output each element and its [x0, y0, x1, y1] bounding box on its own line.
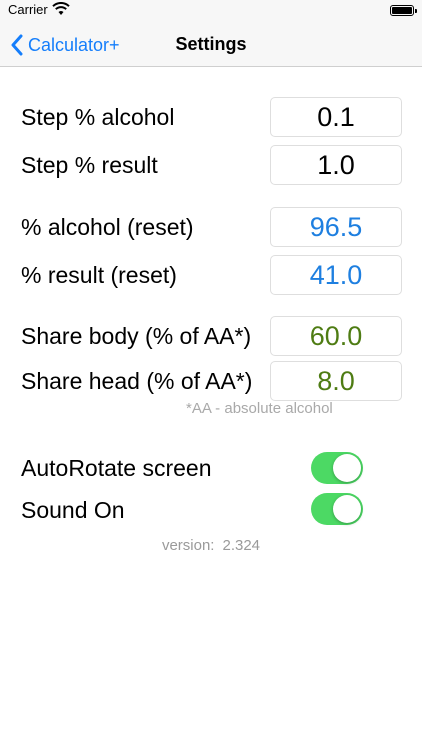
status-bar: Carrier	[0, 0, 422, 24]
carrier-label: Carrier	[8, 2, 48, 17]
toggle-knob	[333, 454, 361, 482]
page-title: Settings	[175, 34, 247, 54]
alcohol-reset-label: % alcohol (reset)	[21, 214, 194, 240]
alcohol-reset-field[interactable]: 96.5	[270, 207, 402, 247]
navigation-bar: Calculator+ Settings	[0, 24, 422, 67]
battery-icon	[390, 5, 417, 16]
step-alcohol-field[interactable]: 0.1	[270, 97, 402, 137]
sound-label: Sound On	[21, 497, 125, 523]
step-result-field[interactable]: 1.0	[270, 145, 402, 185]
result-reset-field[interactable]: 41.0	[270, 255, 402, 295]
version-label: version:	[161, 537, 215, 554]
share-body-label: Share body (% of AA*)	[21, 323, 252, 349]
version-number: 2.324	[222, 537, 261, 554]
footnote: *AA - absolute alcohol	[186, 400, 333, 417]
version-text: version: 2.324	[0, 537, 422, 554]
result-reset-label: % result (reset)	[21, 262, 177, 288]
share-head-label: Share head (% of AA*)	[21, 368, 253, 394]
wifi-icon	[52, 2, 70, 15]
toggle-knob	[333, 495, 361, 523]
share-body-field[interactable]: 60.0	[270, 316, 402, 356]
share-head-field[interactable]: 8.0	[270, 361, 402, 401]
battery-fill	[392, 7, 412, 14]
step-alcohol-label: Step % alcohol	[21, 104, 175, 130]
autorotate-toggle[interactable]	[311, 452, 363, 484]
autorotate-label: AutoRotate screen	[21, 455, 212, 481]
step-result-label: Step % result	[21, 152, 158, 178]
sound-toggle[interactable]	[311, 493, 363, 525]
